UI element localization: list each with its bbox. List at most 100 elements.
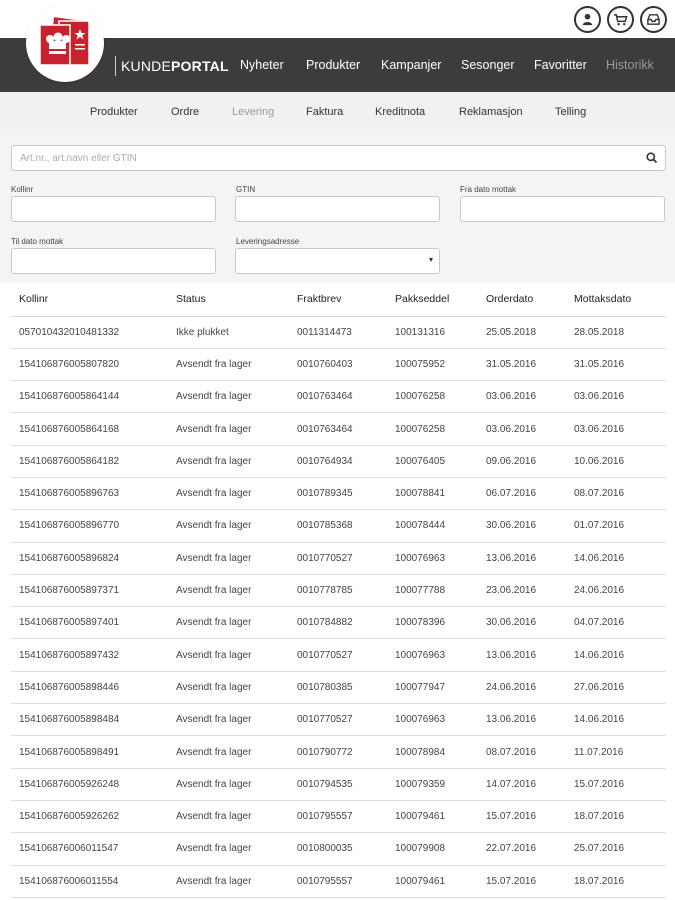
til-dato-field[interactable] bbox=[11, 248, 216, 274]
cell-orderdato: 08.07.2016 bbox=[478, 735, 566, 769]
table-row[interactable]: 154106876005926248 Avsendt fra lager 00107… bbox=[11, 768, 666, 801]
nav-historikk[interactable]: Historikk bbox=[606, 58, 654, 72]
table-row[interactable]: 154106876005864144 Avsendt fra lager 00107… bbox=[11, 380, 666, 414]
cell-fraktbrev: 0010770527 bbox=[289, 638, 387, 672]
brand-part-2: PORTAL bbox=[171, 58, 229, 74]
cell-pakkseddel: 100076258 bbox=[387, 412, 478, 446]
leveringsadresse-label: Leveringsadresse bbox=[236, 237, 300, 246]
subnav-levering[interactable]: Levering bbox=[232, 106, 274, 118]
filter-panel: Kollinr GTIN Fra dato mottak Til dato mo… bbox=[0, 134, 675, 282]
logo[interactable] bbox=[26, 4, 104, 82]
inbox-icon[interactable] bbox=[640, 6, 667, 33]
table-row[interactable]: 154106876005897401 Avsendt fra lager 00107… bbox=[11, 606, 666, 640]
table-row[interactable]: 154106876005926262 Avsendt fra lager 00107… bbox=[11, 800, 666, 834]
subnav-kreditnota[interactable]: Kreditnota bbox=[375, 106, 425, 118]
cell-pakkseddel: 100078444 bbox=[387, 509, 478, 543]
table-row[interactable]: 154106876005897371 Avsendt fra lager 00107… bbox=[11, 574, 666, 608]
table-body: 057010432010481332 Ikke plukket 0011314473… bbox=[11, 316, 666, 898]
nav-favoritter[interactable]: Favoritter bbox=[534, 58, 587, 72]
cell-orderdato: 13.06.2016 bbox=[478, 638, 566, 672]
cell-orderdato: 13.06.2016 bbox=[478, 542, 566, 575]
cell-kollinr: 057010432010481332 bbox=[11, 316, 168, 349]
cell-mottaksdato: 08.07.2016 bbox=[566, 477, 666, 511]
til-dato-label: Til dato mottak bbox=[11, 237, 64, 246]
fra-dato-field[interactable] bbox=[460, 196, 665, 222]
cell-kollinr: 154106876005897432 bbox=[11, 638, 168, 672]
cell-mottaksdato: 14.06.2016 bbox=[566, 703, 666, 737]
cell-status: Ikke plukket bbox=[168, 316, 289, 349]
account-icons bbox=[574, 6, 667, 33]
cell-orderdato: 24.06.2016 bbox=[478, 671, 566, 705]
table-row[interactable]: 154106876005896763 Avsendt fra lager 00107… bbox=[11, 477, 666, 511]
table-row[interactable]: 154106876005898491 Avsendt fra lager 00107… bbox=[11, 735, 666, 769]
cell-kollinr: 154106876005864182 bbox=[11, 445, 168, 478]
cell-kollinr: 154106876005864144 bbox=[11, 380, 168, 414]
cell-pakkseddel: 100079461 bbox=[387, 800, 478, 834]
cell-kollinr: 154106876005898446 bbox=[11, 671, 168, 705]
header-fraktbrev[interactable]: Fraktbrev bbox=[289, 282, 387, 317]
table-row[interactable]: 154106876005864168 Avsendt fra lager 00107… bbox=[11, 412, 666, 446]
cell-status: Avsendt fra lager bbox=[168, 638, 289, 672]
cell-fraktbrev: 0010790772 bbox=[289, 735, 387, 769]
table-row[interactable]: 154106876005897432 Avsendt fra lager 00107… bbox=[11, 638, 666, 672]
cell-mottaksdato: 11.07.2016 bbox=[566, 735, 666, 769]
cell-mottaksdato: 03.06.2016 bbox=[566, 412, 666, 446]
user-icon[interactable] bbox=[574, 6, 601, 33]
header-kollinr[interactable]: Kollinr bbox=[11, 282, 168, 317]
cell-orderdato: 14.07.2016 bbox=[478, 768, 566, 801]
table-row[interactable]: 154106876005898484 Avsendt fra lager 00107… bbox=[11, 703, 666, 737]
table-row[interactable]: 154106876006011554 Avsendt fra lager 00107… bbox=[11, 865, 666, 898]
cell-mottaksdato: 15.07.2016 bbox=[566, 768, 666, 801]
cell-kollinr: 154106876005897371 bbox=[11, 574, 168, 608]
search-icon[interactable] bbox=[645, 151, 659, 165]
nav-sesonger[interactable]: Sesonger bbox=[461, 58, 515, 72]
header-pakkseddel[interactable]: Pakkseddel bbox=[387, 282, 478, 317]
cell-status: Avsendt fra lager bbox=[168, 768, 289, 801]
subnav-reklamasjon[interactable]: Reklamasjon bbox=[459, 106, 523, 118]
cell-status: Avsendt fra lager bbox=[168, 832, 289, 866]
cell-fraktbrev: 0010795557 bbox=[289, 800, 387, 834]
cell-pakkseddel: 100076405 bbox=[387, 445, 478, 478]
cell-status: Avsendt fra lager bbox=[168, 542, 289, 575]
subnav-telling[interactable]: Telling bbox=[555, 106, 586, 118]
table-row[interactable]: 154106876005898446 Avsendt fra lager 00107… bbox=[11, 671, 666, 705]
header-status[interactable]: Status bbox=[168, 282, 289, 317]
cell-status: Avsendt fra lager bbox=[168, 865, 289, 898]
cell-orderdato: 22.07.2016 bbox=[478, 832, 566, 866]
cell-status: Avsendt fra lager bbox=[168, 800, 289, 834]
cell-status: Avsendt fra lager bbox=[168, 703, 289, 737]
fra-dato-label: Fra dato mottak bbox=[460, 185, 517, 194]
table-row[interactable]: 154106876005896770 Avsendt fra lager 00107… bbox=[11, 509, 666, 543]
table-row[interactable]: 154106876005807820 Avsendt fra lager 00107… bbox=[11, 348, 666, 382]
cart-icon[interactable] bbox=[607, 6, 634, 33]
cell-mottaksdato: 28.05.2018 bbox=[566, 316, 666, 349]
nav-kampanjer[interactable]: Kampanjer bbox=[381, 58, 441, 72]
gtin-field[interactable] bbox=[235, 196, 440, 222]
cell-mottaksdato: 03.06.2016 bbox=[566, 380, 666, 414]
cell-orderdato: 30.06.2016 bbox=[478, 509, 566, 543]
header-mottaksdato[interactable]: Mottaksdato bbox=[566, 282, 666, 317]
search-input[interactable] bbox=[12, 146, 612, 170]
table-row[interactable]: 154106876006011547 Avsendt fra lager 00108… bbox=[11, 832, 666, 866]
table-row[interactable]: 057010432010481332 Ikke plukket 0011314473… bbox=[11, 316, 666, 349]
kollinr-field[interactable] bbox=[11, 196, 216, 222]
cell-fraktbrev: 0011314473 bbox=[289, 316, 387, 349]
header-orderdato[interactable]: Orderdato bbox=[478, 282, 566, 317]
subnav-faktura[interactable]: Faktura bbox=[306, 106, 343, 118]
cell-mottaksdato: 01.07.2016 bbox=[566, 509, 666, 543]
subnav-produkter[interactable]: Produkter bbox=[90, 106, 138, 118]
table-row[interactable]: 154106876005864182 Avsendt fra lager 00107… bbox=[11, 445, 666, 478]
cell-orderdato: 03.06.2016 bbox=[478, 412, 566, 446]
cell-fraktbrev: 0010770527 bbox=[289, 703, 387, 737]
nav-nyheter[interactable]: Nyheter bbox=[240, 58, 284, 72]
table-row[interactable]: 154106876005896824 Avsendt fra lager 00107… bbox=[11, 542, 666, 575]
subnav-ordre[interactable]: Ordre bbox=[171, 106, 199, 118]
cell-kollinr: 154106876005926248 bbox=[11, 768, 168, 801]
cell-fraktbrev: 0010800035 bbox=[289, 832, 387, 866]
nav-produkter[interactable]: Produkter bbox=[306, 58, 360, 72]
cell-mottaksdato: 25.07.2016 bbox=[566, 832, 666, 866]
table-header-row: Kollinr Status Fraktbrev Pakkseddel Orde… bbox=[11, 282, 666, 317]
cell-mottaksdato: 04.07.2016 bbox=[566, 606, 666, 640]
leveringsadresse-select[interactable] bbox=[235, 248, 440, 274]
cell-mottaksdato: 14.06.2016 bbox=[566, 638, 666, 672]
